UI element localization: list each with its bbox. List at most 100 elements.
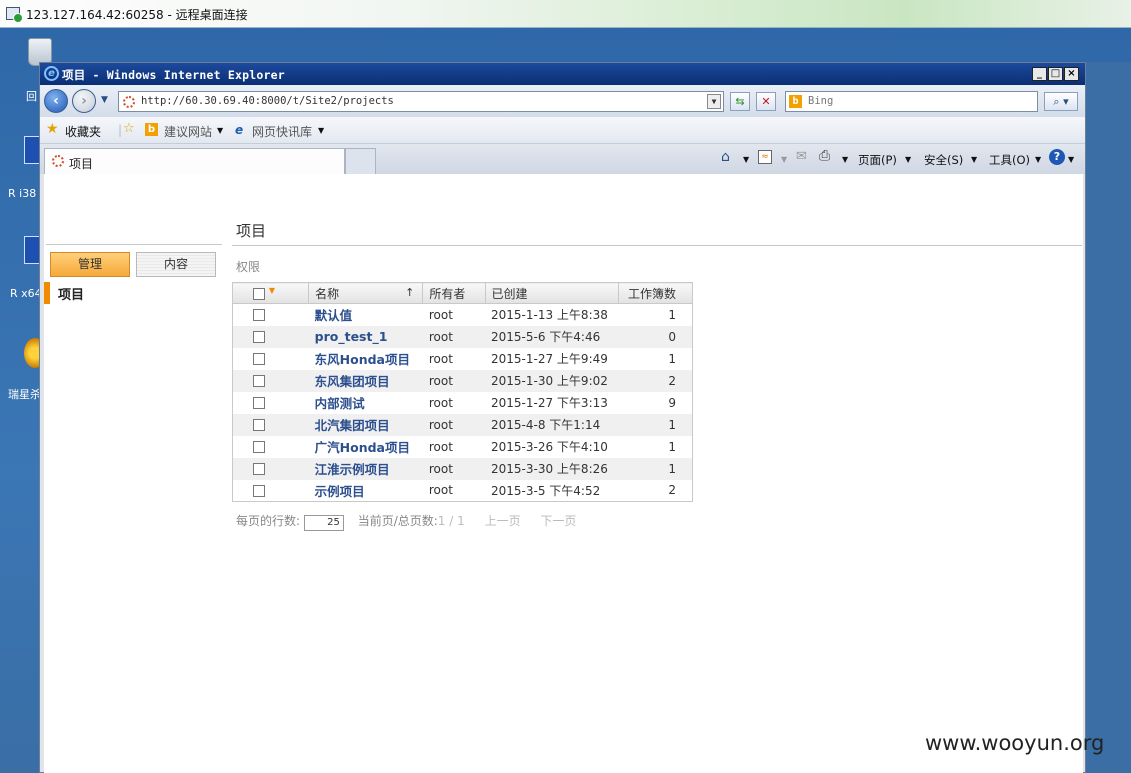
chevron-down-icon: ▼ (781, 155, 788, 164)
created-cell: 2015-3-5 下午4:52 (491, 483, 601, 498)
suggested-sites-link[interactable]: 建议网站 (164, 123, 212, 140)
row-checkbox[interactable] (253, 484, 265, 497)
permissions-link[interactable]: 权限 (236, 258, 260, 275)
navigation-bar: ‹ › ▼ http://60.30.69.40:8000/t/Site2/pr… (40, 85, 1085, 117)
chevron-down-icon: ▼ (318, 126, 325, 135)
owner-cell: root (428, 395, 453, 410)
owner-cell: root (422, 413, 486, 436)
row-checkbox[interactable] (253, 419, 265, 431)
rows-per-page-input[interactable] (303, 514, 344, 531)
sidebar-item-projects[interactable]: 项目 (44, 282, 224, 304)
title-divider (232, 245, 1082, 246)
project-name-link[interactable]: 示例项目 (309, 480, 423, 502)
admin-button[interactable]: 管理 (50, 252, 130, 277)
page-count-label: 当前页/总页数: (357, 514, 438, 528)
row-select-cell (232, 369, 309, 392)
desktop-icon-antivirus[interactable]: 瑞星杀 (6, 338, 46, 401)
site-favicon-icon (52, 155, 64, 167)
tools-menu[interactable]: 工具(O) (989, 152, 1030, 168)
select-menu-icon[interactable]: ▼ (269, 286, 275, 295)
history-dropdown-icon[interactable]: ▼ (101, 95, 108, 105)
workbook-count-link[interactable]: 2 (618, 480, 692, 502)
mail-icon[interactable]: ✉ (796, 149, 807, 164)
desktop-icon-label: R i38 (8, 187, 37, 200)
minimize-button[interactable]: _ (1032, 67, 1047, 81)
row-checkbox[interactable] (253, 375, 265, 387)
desktop-icon-recycle-bin[interactable]: 回 (6, 38, 52, 103)
row-checkbox[interactable] (253, 397, 265, 409)
row-checkbox[interactable] (253, 309, 265, 322)
print-icon[interactable]: ⎙ (819, 148, 830, 164)
workbook-count-link[interactable]: 1 (618, 413, 693, 436)
project-name-link[interactable]: 内部测试 (309, 392, 423, 414)
feeds-icon[interactable]: ≈ (758, 150, 772, 164)
owner-column-header[interactable]: 所有者 (422, 282, 486, 304)
tab-projects[interactable]: 项目 (44, 148, 345, 174)
browser-window: e 项目 - Windows Internet Explorer _ □ × ‹… (39, 62, 1086, 773)
address-dropdown-icon[interactable]: ▼ (707, 94, 721, 109)
remote-desktop-icon (6, 7, 23, 23)
workbooks-column-header[interactable]: 工作簿数 (618, 282, 694, 304)
address-bar[interactable]: http://60.30.69.40:8000/t/Site2/projects… (118, 91, 724, 112)
desktop-icon-r-x64[interactable]: R x64 (6, 236, 42, 300)
created-cell: 2015-1-13 上午8:38 (491, 308, 608, 323)
watermark: www.wooyun.org (925, 731, 1105, 755)
desktop-right-edge (1086, 62, 1131, 773)
maximize-button[interactable]: □ (1048, 67, 1063, 81)
page-menu[interactable]: 页面(P) (858, 152, 897, 168)
project-name-link[interactable]: 江淮示例项目 (308, 457, 423, 480)
forward-button[interactable]: › (72, 89, 96, 113)
workbook-count-link[interactable]: 9 (618, 392, 692, 414)
project-name-link[interactable]: 默认值 (309, 304, 423, 326)
page-title: 项目 (236, 222, 267, 240)
project-name-link[interactable]: pro_test_1 (308, 325, 423, 348)
home-icon[interactable]: ⌂ (721, 149, 730, 165)
row-checkbox[interactable] (253, 441, 265, 453)
created-column-header[interactable]: 已创建 (485, 282, 619, 304)
row-select-cell (233, 304, 309, 326)
created-cell: 2015-1-30 上午9:02 (485, 369, 619, 392)
workbook-count-link[interactable]: 1 (618, 457, 693, 480)
project-name-link[interactable]: 北汽集团项目 (308, 413, 423, 436)
project-name-link[interactable]: 东风Honda项目 (309, 348, 423, 370)
favorites-button[interactable]: 收藏夹 (65, 123, 101, 140)
ie-page-icon: e (235, 123, 244, 137)
web-slice-gallery-link[interactable]: 网页快讯库 (252, 123, 312, 140)
content-button[interactable]: 内容 (136, 252, 216, 277)
projects-table: ▼ 名称 ↑ 所有者 已创建 工作簿数 默认值 root 2015-1-13 上午8… (232, 282, 694, 502)
select-all-checkbox[interactable] (253, 287, 265, 300)
select-all-header[interactable]: ▼ (232, 282, 310, 304)
search-placeholder: Bing (808, 95, 834, 107)
created-cell: 2015-5-6 下午4:46 (485, 325, 619, 348)
desktop-icon-label: 瑞星杀 (8, 388, 41, 401)
refresh-button[interactable]: ⇆ (730, 92, 750, 111)
safety-menu[interactable]: 安全(S) (924, 152, 963, 168)
stop-button[interactable]: ✕ (756, 92, 776, 111)
project-name-link[interactable]: 东风集团项目 (308, 369, 423, 392)
row-checkbox[interactable] (253, 353, 265, 365)
workbook-count-link[interactable]: 0 (618, 325, 693, 348)
help-icon[interactable]: ? (1049, 149, 1065, 165)
prev-page-link[interactable]: 上一页 (485, 514, 521, 528)
back-button[interactable]: ‹ (44, 89, 68, 113)
row-checkbox[interactable] (253, 463, 265, 475)
name-column-header[interactable]: 名称 ↑ (308, 282, 424, 304)
workbook-count-link[interactable]: 1 (618, 304, 692, 326)
search-button[interactable]: ⌕ ▾ (1044, 92, 1078, 111)
next-page-link[interactable]: 下一页 (540, 514, 576, 528)
row-checkbox[interactable] (253, 331, 265, 343)
desktop-icon-label: R x64 (10, 287, 42, 300)
add-favorite-icon[interactable]: ☆ (123, 121, 135, 136)
workbook-count-link[interactable]: 1 (618, 436, 692, 458)
project-name-link[interactable]: 广汽Honda项目 (309, 436, 423, 458)
close-button[interactable]: × (1064, 67, 1079, 81)
rdp-title-bar: 123.127.164.42:60258 - 远程桌面连接 (0, 0, 1131, 28)
workbook-count-link[interactable]: 1 (618, 348, 692, 370)
search-input[interactable]: b Bing (785, 91, 1038, 112)
desktop-icon-r-i38[interactable]: R i38 (6, 136, 42, 200)
owner-cell: root (422, 457, 486, 480)
owner-cell: root (428, 307, 453, 322)
created-cell: 2015-1-27 上午9:49 (491, 352, 608, 366)
workbook-count-link[interactable]: 2 (618, 369, 693, 392)
new-tab-button[interactable] (345, 148, 376, 174)
